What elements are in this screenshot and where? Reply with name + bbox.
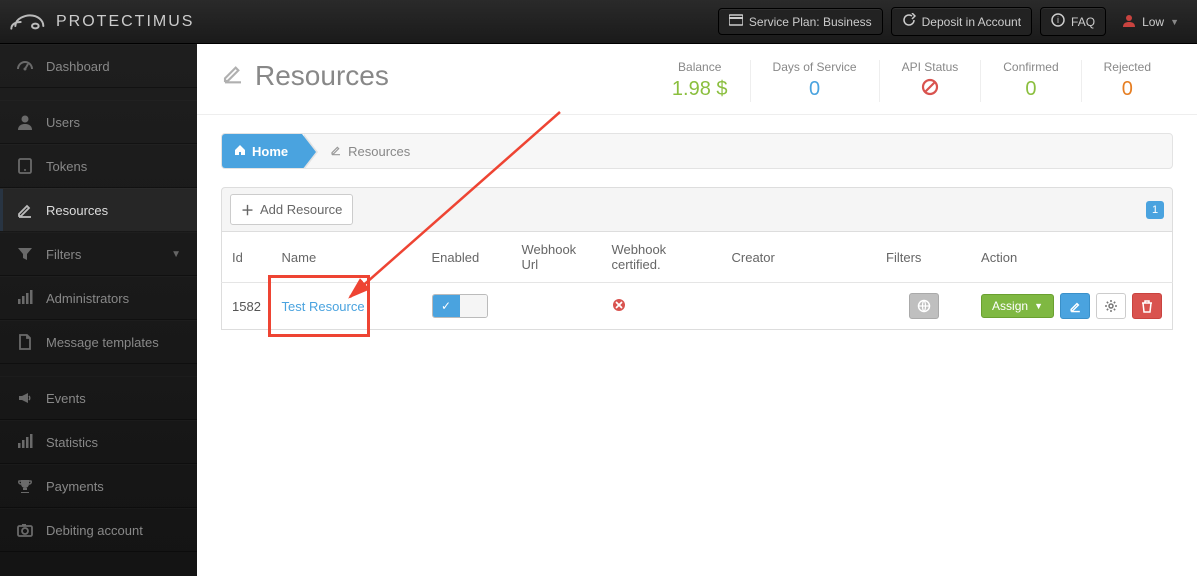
- metric-rejected: Rejected 0: [1081, 60, 1173, 102]
- cell-creator: [722, 283, 877, 330]
- x-circle-icon: [612, 300, 626, 315]
- th-enabled[interactable]: Enabled: [422, 232, 512, 283]
- resource-name-link[interactable]: Test Resource: [282, 299, 365, 314]
- plus-icon: ＋: [241, 200, 254, 219]
- file-icon: [16, 333, 34, 351]
- tablet-icon: [16, 157, 34, 175]
- sidebar-item-filters[interactable]: Filters ▼: [0, 232, 197, 276]
- cell-enabled: ✓: [422, 283, 512, 330]
- assign-button[interactable]: Assign ▼: [981, 294, 1054, 318]
- sidebar: Dashboard Users Tokens Resources Filter: [0, 44, 197, 576]
- th-name[interactable]: Name: [272, 232, 422, 283]
- cell-name: Test Resource: [272, 283, 422, 330]
- megaphone-icon: [16, 389, 34, 407]
- cell-webhook-url: [512, 283, 602, 330]
- metric-balance: Balance 1.98 $: [650, 60, 750, 102]
- th-action[interactable]: Action: [971, 232, 1172, 283]
- edit-icon: [16, 201, 34, 219]
- chevron-down-icon: ▼: [1170, 17, 1179, 27]
- trophy-icon: [16, 477, 34, 495]
- filter-globe-button[interactable]: [909, 293, 939, 319]
- brand-logo[interactable]: PROTECTIMUS: [10, 8, 194, 36]
- check-icon: ✓: [433, 295, 460, 317]
- deposit-button[interactable]: Deposit in Account: [891, 7, 1032, 36]
- page-badge[interactable]: 1: [1146, 201, 1164, 219]
- sidebar-item-payments[interactable]: Payments: [0, 464, 197, 508]
- service-plan-button[interactable]: Service Plan: Business: [718, 8, 883, 35]
- enabled-toggle[interactable]: ✓: [432, 294, 488, 318]
- sidebar-item-users[interactable]: Users: [0, 100, 197, 144]
- topbar: PROTECTIMUS Service Plan: Business Depos…: [0, 0, 1197, 44]
- filter-icon: [16, 245, 34, 263]
- refresh-icon: [902, 13, 916, 30]
- resources-table: Id Name Enabled Webhook Url Webhook cert…: [221, 232, 1173, 330]
- metrics: Balance 1.98 $ Days of Service 0 API Sta…: [650, 60, 1173, 102]
- dashboard-icon: [16, 57, 34, 75]
- add-resource-button[interactable]: ＋ Add Resource: [230, 194, 353, 225]
- sidebar-item-tokens[interactable]: Tokens: [0, 144, 197, 188]
- user-icon: [16, 113, 34, 131]
- toolbar: ＋ Add Resource 1: [221, 187, 1173, 232]
- th-id[interactable]: Id: [222, 232, 272, 283]
- delete-button[interactable]: [1132, 293, 1162, 319]
- table-row: 1582 Test Resource ✓: [222, 283, 1173, 330]
- blocked-icon: [902, 78, 959, 102]
- sidebar-item-debiting[interactable]: Debiting account: [0, 508, 197, 552]
- settings-button[interactable]: [1096, 293, 1126, 319]
- chevron-down-icon: ▼: [171, 249, 181, 260]
- page-header: Resources Balance 1.98 $ Days of Service…: [197, 44, 1197, 115]
- metric-confirmed: Confirmed 0: [980, 60, 1080, 102]
- sidebar-item-dashboard[interactable]: Dashboard: [0, 44, 197, 88]
- logo-icon: [10, 8, 50, 36]
- user-menu[interactable]: Low ▼: [1114, 8, 1187, 35]
- th-webhook-cert[interactable]: Webhook certified.: [602, 232, 722, 283]
- camera-icon: [16, 521, 34, 539]
- edit-icon: [330, 144, 342, 159]
- chevron-down-icon: ▼: [1034, 301, 1043, 311]
- faq-button[interactable]: i FAQ: [1040, 7, 1106, 36]
- metric-days: Days of Service 0: [750, 60, 879, 102]
- user-icon: [1122, 13, 1136, 30]
- cell-webhook-cert: [602, 283, 722, 330]
- brand-text: PROTECTIMUS: [56, 13, 194, 31]
- page-title: Resources: [221, 60, 389, 92]
- edit-button[interactable]: [1060, 293, 1090, 319]
- cell-filters: [876, 283, 971, 330]
- cell-actions: Assign ▼: [971, 283, 1172, 330]
- bars-icon: [16, 289, 34, 307]
- sidebar-item-statistics[interactable]: Statistics: [0, 420, 197, 464]
- sidebar-item-message-templates[interactable]: Message templates: [0, 320, 197, 364]
- th-filters[interactable]: Filters: [876, 232, 971, 283]
- content: Resources Balance 1.98 $ Days of Service…: [197, 44, 1197, 576]
- metric-api: API Status: [879, 60, 981, 102]
- breadcrumb: Home Resources: [221, 133, 1173, 169]
- svg-text:i: i: [1057, 15, 1059, 25]
- sidebar-item-events[interactable]: Events: [0, 376, 197, 420]
- breadcrumb-resources[interactable]: Resources: [302, 144, 410, 159]
- sidebar-item-resources[interactable]: Resources: [0, 188, 197, 232]
- bars-icon: [16, 433, 34, 451]
- card-icon: [729, 14, 743, 29]
- breadcrumb-home[interactable]: Home: [222, 134, 302, 168]
- home-icon: [234, 144, 246, 159]
- edit-icon: [221, 60, 245, 92]
- info-icon: i: [1051, 13, 1065, 30]
- th-creator[interactable]: Creator: [722, 232, 877, 283]
- sidebar-item-administrators[interactable]: Administrators: [0, 276, 197, 320]
- cell-id: 1582: [222, 283, 272, 330]
- th-webhook-url[interactable]: Webhook Url: [512, 232, 602, 283]
